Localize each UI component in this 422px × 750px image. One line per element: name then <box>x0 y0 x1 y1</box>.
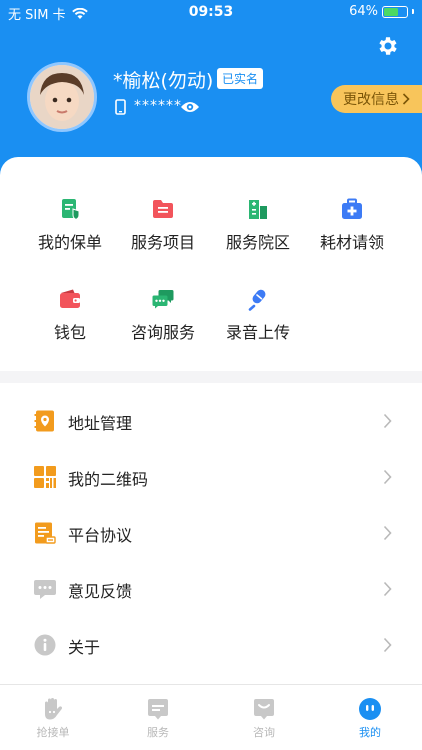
tab-profile[interactable]: 我的 <box>330 697 410 740</box>
menu-item-agreement[interactable]: 平台协议 <box>0 505 422 561</box>
menu-item-about[interactable]: 关于 <box>0 617 422 673</box>
user-name: *榆松(勿动) <box>113 70 214 92</box>
chevron-right-icon <box>383 525 392 541</box>
mic-icon <box>248 289 266 311</box>
tab-label: 咨询 <box>253 726 275 739</box>
settings-button[interactable] <box>374 32 402 60</box>
tab-grab-order[interactable]: 抢接单 <box>13 697 93 740</box>
bottom-tab-bar: 抢接单 服务 咨询 我的 <box>0 684 422 750</box>
menu-label: 关于 <box>68 638 101 657</box>
grid-item-consumables[interactable]: 耗材请领 <box>302 197 402 253</box>
chat-icon <box>152 290 174 309</box>
service-icon <box>148 699 168 720</box>
menu-item-feedback[interactable]: 意见反馈 <box>0 561 422 617</box>
status-bar: 无 SIM 卡 09:53 64% <box>0 0 422 26</box>
battery-tip <box>412 9 414 14</box>
grid-label: 咨询服务 <box>130 323 195 342</box>
tab-consult[interactable]: 咨询 <box>224 697 304 740</box>
menu-item-address[interactable]: 地址管理 <box>0 393 422 449</box>
consult-icon <box>254 699 274 720</box>
chevron-right-icon <box>383 581 392 597</box>
grid-label: 耗材请领 <box>319 233 384 252</box>
service-grid: 我的保单 服务项目 服务院区 耗材请领 钱包 咨询服务 录音上传 <box>0 157 422 371</box>
profile-icon <box>359 698 381 720</box>
grid-item-wallet[interactable]: 钱包 <box>20 287 120 343</box>
qrcode-icon <box>34 466 56 488</box>
chevron-right-icon <box>402 93 410 105</box>
grid-label: 钱包 <box>53 323 86 342</box>
grid-item-recording-upload[interactable]: 录音上传 <box>208 287 308 343</box>
folder-icon <box>153 200 173 218</box>
grid-label: 我的保单 <box>37 233 102 252</box>
tab-label: 抢接单 <box>36 726 70 739</box>
phone-number-masked: ****** <box>134 98 182 114</box>
info-icon <box>34 634 56 656</box>
grid-label: 服务项目 <box>130 233 195 252</box>
settings-menu: 地址管理 我的二维码 平台协议 意见反馈 关于 <box>0 383 422 684</box>
grid-item-service-project[interactable]: 服务项目 <box>113 197 213 253</box>
battery-fill <box>384 7 399 16</box>
grid-item-consult-service[interactable]: 咨询服务 <box>113 287 213 343</box>
feedback-icon <box>34 580 56 599</box>
edit-profile-label: 更改信息 <box>343 92 399 108</box>
medkit-icon <box>342 198 362 219</box>
grid-label: 服务院区 <box>225 233 290 252</box>
tab-label: 我的 <box>359 726 381 739</box>
chevron-right-icon <box>383 469 392 485</box>
verified-badge: 已实名 <box>217 68 264 89</box>
battery-status: 64% <box>349 4 414 19</box>
chevron-right-icon <box>383 637 392 653</box>
building-icon <box>249 200 267 219</box>
wallet-icon <box>60 289 80 308</box>
agreement-icon <box>35 522 56 544</box>
grid-item-service-campus[interactable]: 服务院区 <box>208 197 308 253</box>
grid-label: 录音上传 <box>225 323 290 342</box>
tab-label: 服务 <box>147 726 169 739</box>
grab-order-icon <box>45 698 63 720</box>
policy-icon <box>62 199 80 221</box>
avatar-photo <box>30 65 94 129</box>
gear-icon <box>379 37 397 55</box>
menu-label: 地址管理 <box>68 414 133 433</box>
tab-service[interactable]: 服务 <box>118 697 198 740</box>
menu-label: 我的二维码 <box>68 470 149 489</box>
avatar[interactable] <box>27 62 97 132</box>
battery-percent: 64% <box>349 4 378 19</box>
menu-label: 平台协议 <box>68 526 133 545</box>
menu-item-qrcode[interactable]: 我的二维码 <box>0 449 422 505</box>
phone-icon <box>115 99 126 115</box>
chevron-right-icon <box>383 413 392 429</box>
address-book-icon <box>34 410 54 432</box>
grid-item-policy[interactable]: 我的保单 <box>20 197 120 253</box>
eye-icon[interactable] <box>180 100 200 114</box>
edit-profile-button[interactable]: 更改信息 <box>331 85 422 113</box>
battery-icon <box>382 5 408 18</box>
menu-label: 意见反馈 <box>68 582 133 601</box>
